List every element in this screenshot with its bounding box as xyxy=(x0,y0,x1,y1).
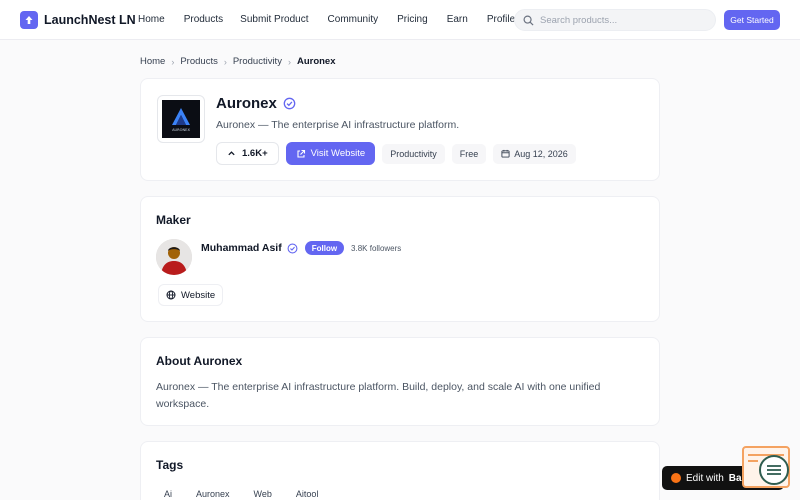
upvote-button[interactable]: 1.6K+ xyxy=(216,142,279,165)
product-hero-card: AURONEX Auronex Auronex — The enterprise… xyxy=(140,78,660,181)
nav-earn[interactable]: Earn xyxy=(447,14,468,25)
chevron-right-icon: › xyxy=(171,56,175,67)
get-started-button[interactable]: Get Started xyxy=(724,10,780,30)
tag-item[interactable]: Web xyxy=(246,486,280,500)
maker-card: Maker Muhammad Asif Follow 3.8K follower… xyxy=(140,196,660,322)
search-box[interactable] xyxy=(514,9,716,31)
nav-pricing[interactable]: Pricing xyxy=(397,14,428,25)
menu-lines-icon xyxy=(767,465,781,475)
upload-rocket-icon xyxy=(20,11,38,29)
search-icon xyxy=(523,15,534,26)
globe-icon xyxy=(166,290,176,300)
verified-badge-icon xyxy=(287,243,298,253)
search-input[interactable] xyxy=(540,14,710,26)
maker-avatar[interactable] xyxy=(156,239,192,275)
main-nav: Home Products Submit Product Community P… xyxy=(138,14,534,25)
maker-section-title: Maker xyxy=(156,213,191,227)
launch-date: Aug 12, 2026 xyxy=(514,148,568,159)
about-card: About Auronex Auronex — The enterprise A… xyxy=(140,337,660,426)
tag-item[interactable]: Auronex xyxy=(188,486,238,500)
follow-button[interactable]: Follow xyxy=(304,241,345,255)
product-name: Auronex xyxy=(216,95,277,112)
edit-badge-prefix: Edit with xyxy=(686,472,724,484)
pricing-chip: Free xyxy=(451,143,487,164)
verified-badge-icon xyxy=(283,97,296,110)
tag-item[interactable]: Aitool xyxy=(288,486,327,500)
category-chip[interactable]: Productivity xyxy=(382,143,445,164)
follower-count: 3.8K followers xyxy=(351,243,402,253)
tags-section-title: Tags xyxy=(156,458,184,472)
brand-logo-link[interactable]: LaunchNest LN xyxy=(20,11,136,29)
tag-list: Ai Auronex Web Aitool xyxy=(156,486,326,500)
upvote-count: 1.6K+ xyxy=(242,148,268,159)
visit-website-label: Visit Website xyxy=(310,148,366,159)
nav-profile[interactable]: Profile xyxy=(487,14,515,25)
maker-website-label: Website xyxy=(181,289,216,301)
chevron-up-icon xyxy=(228,151,235,156)
chat-assistant-button[interactable] xyxy=(759,455,789,485)
product-tagline: Auronex — The enterprise AI infrastructu… xyxy=(216,119,460,131)
breadcrumb-productivity[interactable]: Productivity xyxy=(233,56,282,67)
nav-submit-product[interactable]: Submit Product xyxy=(240,14,308,25)
maker-name[interactable]: Muhammad Asif xyxy=(201,242,282,254)
tag-item[interactable]: Ai xyxy=(156,486,180,500)
about-description: Auronex — The enterprise AI infrastructu… xyxy=(156,381,601,410)
brand-name: LaunchNest LN xyxy=(44,13,136,27)
base44-logo-icon xyxy=(671,473,681,483)
breadcrumb-products[interactable]: Products xyxy=(180,56,218,67)
product-logo: AURONEX xyxy=(157,95,205,143)
top-navbar: LaunchNest LN Home Products Submit Produ… xyxy=(0,0,800,40)
breadcrumb-current: Auronex xyxy=(296,56,336,67)
product-title-row: Auronex xyxy=(216,95,296,112)
chevron-right-icon: › xyxy=(287,56,291,67)
maker-website-button[interactable]: Website xyxy=(158,284,224,306)
maker-info-row: Muhammad Asif Follow 3.8K followers xyxy=(201,241,401,255)
external-link-icon xyxy=(297,149,305,158)
nav-home[interactable]: Home xyxy=(138,14,165,25)
launch-date-chip: Aug 12, 2026 xyxy=(493,143,576,164)
chevron-right-icon: › xyxy=(223,56,227,67)
auronex-logo-icon: AURONEX xyxy=(172,108,190,132)
visit-website-button[interactable]: Visit Website xyxy=(285,142,376,165)
nav-community[interactable]: Community xyxy=(328,14,379,25)
breadcrumb-home[interactable]: Home xyxy=(140,56,165,67)
nav-products[interactable]: Products xyxy=(184,14,223,25)
breadcrumb: Home › Products › Productivity › Auronex xyxy=(140,56,336,67)
product-actions: 1.6K+ Visit Website Productivity Free Au… xyxy=(216,142,576,165)
calendar-icon xyxy=(501,149,510,158)
about-section-title: About Auronex xyxy=(156,354,243,368)
svg-text:AURONEX: AURONEX xyxy=(172,128,190,132)
tags-card: Tags Ai Auronex Web Aitool xyxy=(140,441,660,500)
